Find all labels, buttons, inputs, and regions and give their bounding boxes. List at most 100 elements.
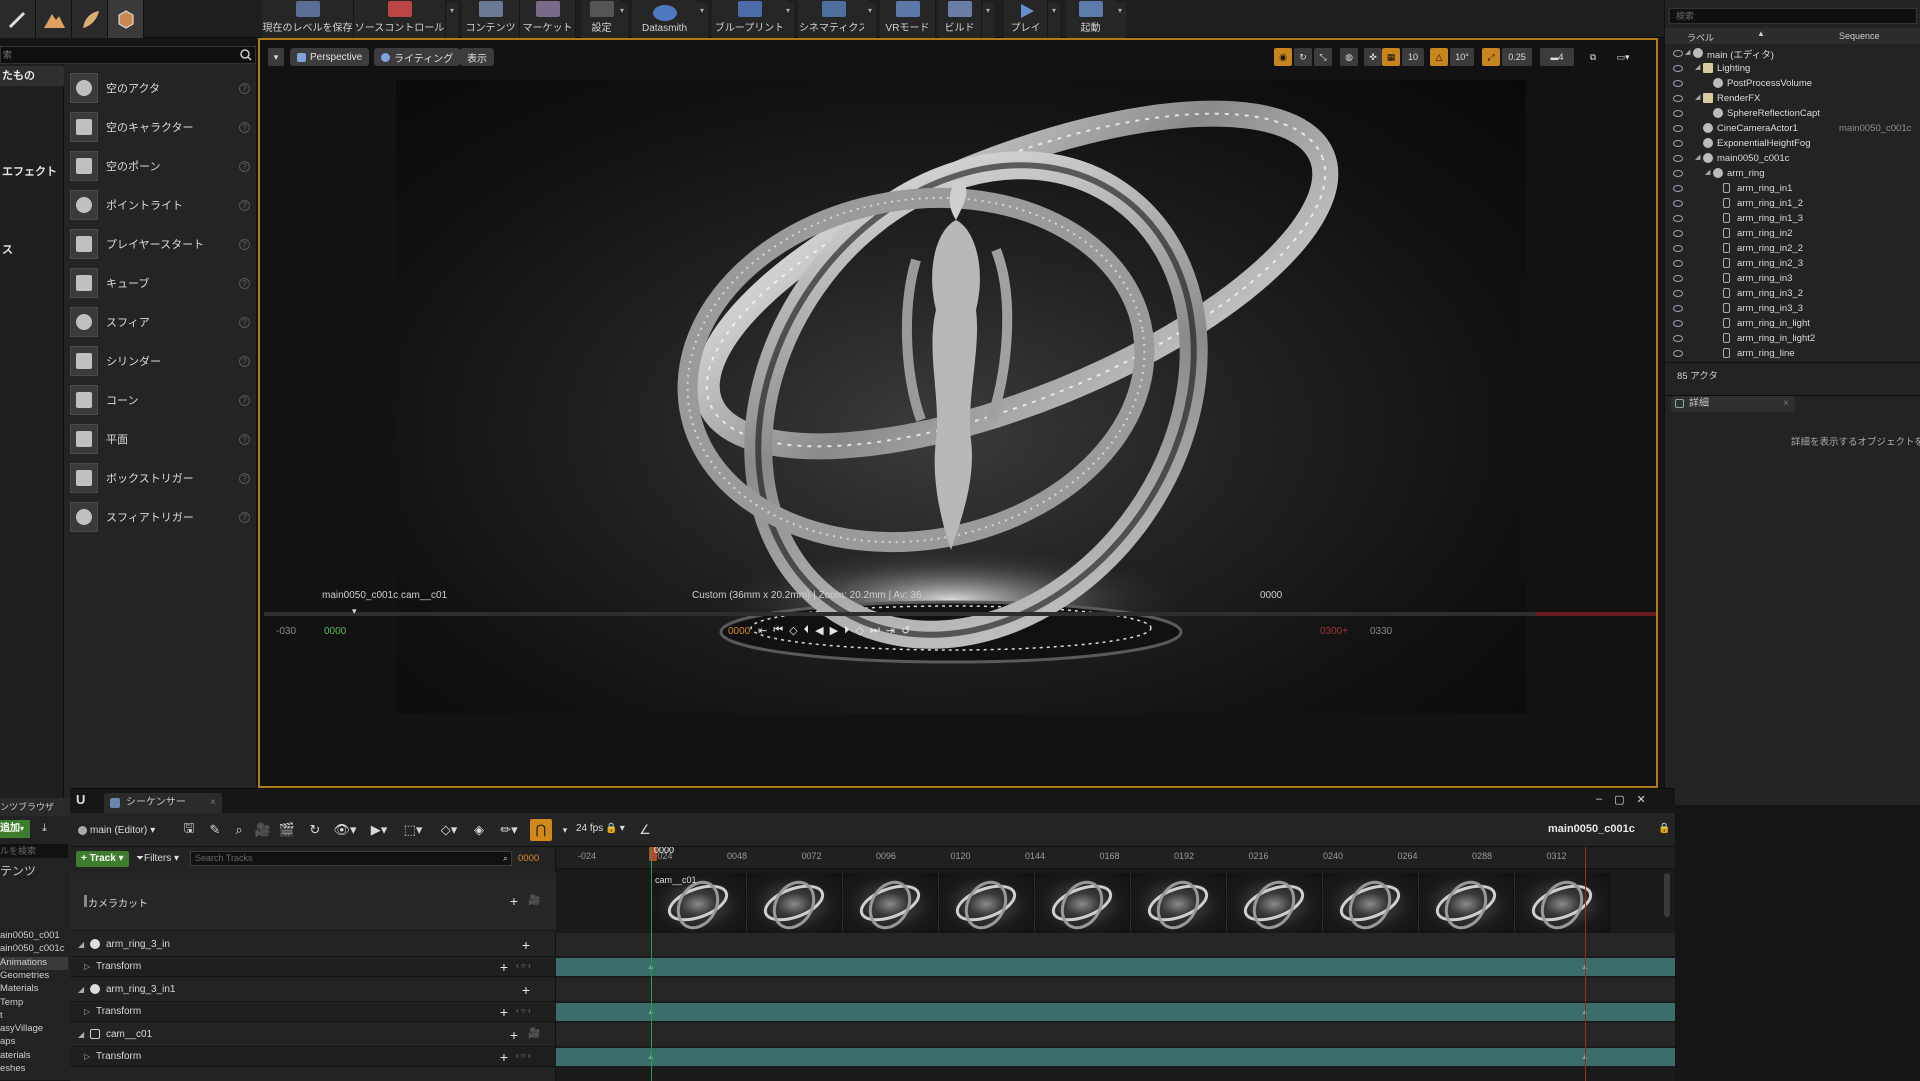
- outliner-search-input[interactable]: 検索: [1669, 8, 1917, 24]
- category-recent[interactable]: たもの: [0, 66, 64, 86]
- scale-mode-icon[interactable]: ⤡: [1314, 48, 1332, 66]
- folder-item[interactable]: Temp: [0, 997, 68, 1010]
- show-button[interactable]: 表示: [460, 48, 494, 66]
- perspective-button[interactable]: Perspective: [290, 48, 370, 66]
- grid-snap-value[interactable]: 10: [1402, 48, 1424, 66]
- transform-subtrack[interactable]: ▷ Transform + ‹ ○ ›: [70, 958, 556, 977]
- level-viewport[interactable]: ▾ Perspective ライティング 表示 ◉ ↻ ⤡ ◍ ✜ ▦ 10 △…: [258, 38, 1658, 788]
- place-item-cylinder[interactable]: シリンダー?: [70, 344, 250, 378]
- folder-item[interactable]: Animations: [0, 956, 68, 970]
- outliner-row[interactable]: PostProcessVolume: [1665, 76, 1920, 91]
- import-icon[interactable]: ⤓: [42, 822, 64, 836]
- help-icon[interactable]: ?: [239, 511, 250, 523]
- outliner-row[interactable]: arm_ring_in2_2: [1665, 241, 1920, 256]
- outliner-row[interactable]: arm_ring_in3: [1665, 271, 1920, 286]
- fps-dropdown[interactable]: 24 fps 🔒 ▾: [576, 823, 625, 834]
- outliner-row[interactable]: arm_ring_in2: [1665, 226, 1920, 241]
- outliner-row[interactable]: ExponentialHeightFog: [1665, 136, 1920, 151]
- help-icon[interactable]: ?: [239, 394, 250, 406]
- expand-arrow-icon[interactable]: ▷: [84, 962, 90, 971]
- place-search-input[interactable]: 索: [0, 46, 256, 64]
- outliner-row[interactable]: ◢ RenderFX: [1665, 91, 1920, 106]
- surface-snap-icon[interactable]: ✜: [1364, 48, 1382, 66]
- expand-arrow-icon[interactable]: ▷: [84, 1007, 90, 1016]
- jump-end-icon[interactable]: ⏭: [870, 624, 880, 640]
- transform-section[interactable]: ▲▲: [556, 1003, 1675, 1021]
- source-control-button[interactable]: ソースコントロール: [354, 0, 446, 38]
- camera-cut-add-icon[interactable]: +: [508, 894, 520, 908]
- visibility-eye-icon[interactable]: [1673, 140, 1683, 147]
- help-icon[interactable]: ?: [239, 238, 250, 250]
- snap-toggle-icon[interactable]: ⋂: [530, 819, 552, 841]
- curve-editor-icon[interactable]: ∠: [636, 821, 654, 839]
- visibility-eye-icon[interactable]: [1673, 80, 1683, 87]
- visibility-eye-icon[interactable]: [1673, 245, 1683, 252]
- expand-arrow-icon[interactable]: ◢: [1695, 93, 1700, 101]
- rotate-mode-icon[interactable]: ↻: [1294, 48, 1312, 66]
- key-tangent-icon[interactable]: ◈: [470, 821, 488, 839]
- rotation-snap-icon[interactable]: △: [1430, 48, 1448, 66]
- actor-track[interactable]: ◢ cam__c01 + 🎥: [70, 1023, 556, 1047]
- folder-item[interactable]: aps: [0, 1036, 68, 1049]
- expand-arrow-icon[interactable]: ◢: [1705, 168, 1710, 176]
- collapse-arrow-icon[interactable]: ◢: [78, 940, 84, 949]
- blueprint-button[interactable]: ブループリント: [712, 0, 788, 38]
- add-key-icon[interactable]: +: [498, 1005, 510, 1019]
- collapse-arrow-icon[interactable]: ◢: [78, 1030, 84, 1039]
- render-movie-icon[interactable]: 🎥: [254, 821, 272, 839]
- outliner-row[interactable]: arm_ring_in1_3: [1665, 211, 1920, 226]
- track-search-input[interactable]: Search Tracks ⌕: [190, 851, 512, 866]
- select-mode-icon[interactable]: ◉: [1274, 48, 1292, 66]
- vr-mode-button[interactable]: VRモード: [880, 0, 936, 38]
- save-sequence-icon[interactable]: 🖫: [180, 820, 198, 839]
- add-subtrack-icon[interactable]: +: [520, 938, 532, 952]
- outliner-row[interactable]: ◢ arm_ring: [1665, 166, 1920, 181]
- launch-dropdown[interactable]: ▾: [1114, 2, 1126, 38]
- maximize-icon[interactable]: ▢: [1614, 793, 1624, 809]
- add-subtrack-icon[interactable]: +: [520, 983, 532, 997]
- scrub-playhead[interactable]: ▾: [352, 606, 358, 616]
- geometry-mode-button[interactable]: [108, 0, 144, 38]
- restore-state-icon[interactable]: ↻: [306, 821, 324, 839]
- visibility-eye-icon[interactable]: [1673, 320, 1683, 327]
- cinematics-dropdown[interactable]: ▾: [864, 2, 876, 38]
- grid-snap-icon[interactable]: ▦: [1382, 48, 1400, 66]
- edit-options-icon[interactable]: ✏▾: [496, 821, 522, 839]
- place-item-plane[interactable]: 平面?: [70, 422, 250, 456]
- help-icon[interactable]: ?: [239, 316, 250, 328]
- outliner-row[interactable]: arm_ring_in3_3: [1665, 301, 1920, 316]
- camera-bind-icon[interactable]: 🎥: [528, 1028, 540, 1039]
- outliner-row[interactable]: arm_ring_in_light: [1665, 316, 1920, 331]
- viewport-scrub-bar[interactable]: [264, 612, 1656, 616]
- category-other[interactable]: ス: [0, 240, 64, 260]
- place-item-sphere-trigger[interactable]: スフィアトリガー?: [70, 500, 250, 534]
- scale-snap-value[interactable]: 0.25: [1502, 48, 1532, 66]
- set-start-icon[interactable]: ⇤: [758, 624, 767, 640]
- playback-options-icon[interactable]: ▶▾: [366, 821, 392, 839]
- visibility-eye-icon[interactable]: [1673, 305, 1683, 312]
- sequence-column-header[interactable]: Sequence: [1839, 31, 1880, 41]
- folder-item[interactable]: ain0050_c001: [0, 930, 68, 943]
- outliner-row[interactable]: SphereReflectionCapt: [1665, 106, 1920, 121]
- details-tab[interactable]: 詳細 ×: [1671, 396, 1795, 412]
- launch-button[interactable]: 起動: [1066, 0, 1116, 38]
- collapse-arrow-icon[interactable]: ◢: [78, 985, 84, 994]
- camera-bind-icon[interactable]: 🎥: [528, 895, 540, 906]
- folder-item[interactable]: Geometries: [0, 970, 68, 983]
- visibility-eye-icon[interactable]: [1673, 50, 1683, 57]
- play-forward-icon[interactable]: ▶: [830, 624, 838, 640]
- add-key-icon[interactable]: +: [498, 1050, 510, 1064]
- landscape-mode-button[interactable]: [36, 0, 72, 38]
- add-key-icon[interactable]: +: [498, 960, 510, 974]
- play-button[interactable]: プレイ: [1004, 0, 1048, 38]
- maximize-viewport-icon[interactable]: ⧉: [1584, 48, 1602, 66]
- world-context-dropdown[interactable]: main (Editor) ▾: [78, 821, 155, 839]
- add-track-button[interactable]: + Track ▾: [76, 851, 129, 867]
- outliner-row[interactable]: arm_ring_in3_2: [1665, 286, 1920, 301]
- camera-speed-value[interactable]: ▬ 4: [1540, 48, 1574, 66]
- timeline-area[interactable]: -024 0024 0048 0072 0096 0120 0144 0168 0192 0216…: [556, 847, 1675, 1081]
- visibility-eye-icon[interactable]: [1673, 155, 1683, 162]
- find-in-content-icon[interactable]: ⌕: [230, 821, 248, 839]
- datasmith-button[interactable]: Datasmith: [632, 0, 698, 38]
- expand-arrow-icon[interactable]: ◢: [1695, 153, 1700, 161]
